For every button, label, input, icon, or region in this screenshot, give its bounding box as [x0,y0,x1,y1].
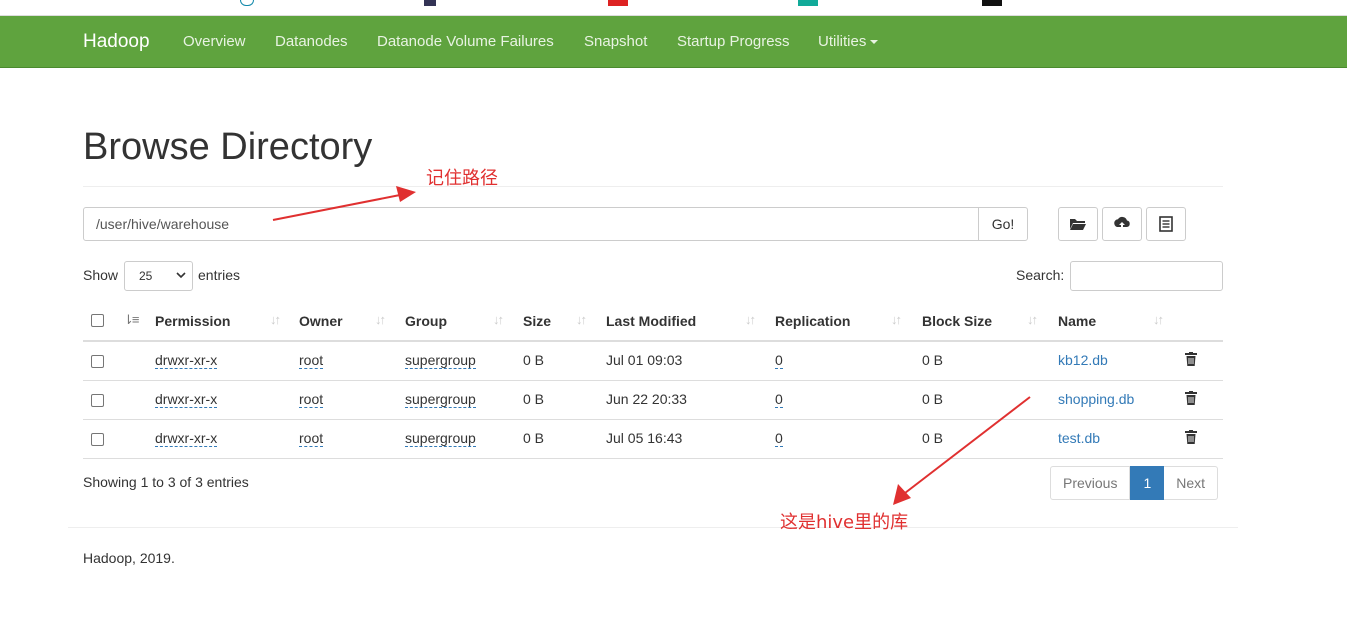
sort-icon[interactable]: ↓↑ [891,312,902,327]
nav-utilities-label: Utilities [818,33,867,50]
permission-cell[interactable]: drwxr-xr-x [155,352,218,369]
header-name[interactable]: Name [1058,313,1096,329]
next-page-button[interactable]: Next [1164,466,1219,500]
header-last-modified[interactable]: Last Modified [606,313,696,329]
directory-path-input[interactable]: /user/hive/warehouse [83,207,979,241]
block-size-cell: 0 B [922,391,944,407]
size-cell: 0 B [523,352,545,368]
table-row: drwxr-xr-x root supergroup 0 B Jun 22 20… [83,381,1223,420]
footer-text: Hadoop, 2019. [83,550,175,566]
trash-icon[interactable] [1185,352,1197,366]
sort-icon[interactable]: ↓↑ [1153,312,1164,327]
block-size-cell: 0 B [922,430,944,446]
sort-icon[interactable]: ↓↑ [493,312,504,327]
show-label: Show [83,267,119,283]
modified-cell: Jun 22 20:33 [606,391,687,407]
caret-down-icon [870,40,879,45]
name-link[interactable]: shopping.db [1058,391,1134,407]
group-cell[interactable]: supergroup [405,352,476,369]
group-cell[interactable]: supergroup [405,391,476,408]
nav-datanodes[interactable]: Datanodes [275,33,348,50]
previous-page-button[interactable]: Previous [1050,466,1131,500]
brand-logo[interactable]: Hadoop [83,31,150,53]
header-permission[interactable]: Permission [155,313,230,329]
permission-cell[interactable]: drwxr-xr-x [155,430,218,447]
modified-cell: Jul 01 09:03 [606,352,683,368]
header-replication[interactable]: Replication [775,313,850,329]
replication-cell[interactable]: 0 [775,391,783,408]
entries-label: entries [198,267,241,283]
annotation-arrowhead-db [893,484,911,505]
entries-value: 25 [139,269,153,283]
sort-icon[interactable]: ↓↑ [375,312,386,327]
entries-per-page-select[interactable]: 25 [124,261,193,291]
size-cell: 0 B [523,430,545,446]
list-icon [1159,216,1173,232]
group-cell[interactable]: supergroup [405,430,476,447]
divider [68,527,1238,528]
search-input[interactable] [1070,261,1223,291]
browser-top-strip [0,0,1347,16]
top-navbar: Hadoop Overview Datanodes Datanode Volum… [0,16,1347,68]
header-owner[interactable]: Owner [299,313,343,329]
replication-cell[interactable]: 0 [775,430,783,447]
directory-table: ⇂≡ Permission ↓↑ Owner ↓↑ Group ↓↑ Size … [83,302,1223,459]
header-group[interactable]: Group [405,313,447,329]
sort-icon[interactable]: ↓↑ [576,312,587,327]
permission-cell[interactable]: drwxr-xr-x [155,391,218,408]
size-cell: 0 B [523,391,545,407]
header-size[interactable]: Size [523,313,551,329]
folder-open-icon [1070,219,1086,230]
page-title: Browse Directory [83,126,373,168]
name-link[interactable]: test.db [1058,430,1100,446]
chevron-down-icon [176,272,186,279]
trash-icon[interactable] [1185,430,1197,444]
sort-icon[interactable]: ↓↑ [270,312,281,327]
annotation-db-note: 这是hive里的库 [780,512,909,533]
name-link[interactable]: kb12.db [1058,352,1108,368]
nav-datanode-volume-failures[interactable]: Datanode Volume Failures [377,33,554,50]
row-checkbox[interactable] [91,355,104,368]
owner-cell[interactable]: root [299,391,324,408]
divider [83,186,1223,187]
header-block-size[interactable]: Block Size [922,313,992,329]
annotation-path-note: 记住路径 [426,168,498,189]
create-directory-button[interactable] [1058,207,1098,241]
owner-cell[interactable]: root [299,352,324,369]
table-info: Showing 1 to 3 of 3 entries [83,474,249,490]
page-1-button[interactable]: 1 [1130,466,1165,500]
go-button[interactable]: Go! [978,207,1028,241]
nav-snapshot[interactable]: Snapshot [584,33,647,50]
sort-asc-icon[interactable]: ⇂≡ [123,312,140,328]
sort-icon[interactable]: ↓↑ [1027,312,1038,327]
row-checkbox[interactable] [91,433,104,446]
upload-button[interactable] [1102,207,1142,241]
replication-cell[interactable]: 0 [775,352,783,369]
cloud-upload-icon [1114,216,1130,230]
modified-cell: Jul 05 16:43 [606,430,683,446]
pagination: Previous 1 Next [1050,466,1219,500]
row-checkbox[interactable] [91,394,104,407]
nav-overview[interactable]: Overview [183,33,246,50]
owner-cell[interactable]: root [299,430,324,447]
search-label: Search: [1016,267,1065,283]
table-row: drwxr-xr-x root supergroup 0 B Jul 05 16… [83,420,1223,459]
trash-icon[interactable] [1185,391,1197,405]
table-row: drwxr-xr-x root supergroup 0 B Jul 01 09… [83,342,1223,381]
sort-icon[interactable]: ↓↑ [745,312,756,327]
select-all-checkbox[interactable] [91,314,104,327]
cut-paste-button[interactable] [1146,207,1186,241]
nav-utilities-dropdown[interactable]: Utilities [818,33,879,50]
block-size-cell: 0 B [922,352,944,368]
table-header: ⇂≡ Permission ↓↑ Owner ↓↑ Group ↓↑ Size … [83,302,1223,342]
nav-startup-progress[interactable]: Startup Progress [677,33,790,50]
annotation-arrowhead-path [396,186,416,202]
